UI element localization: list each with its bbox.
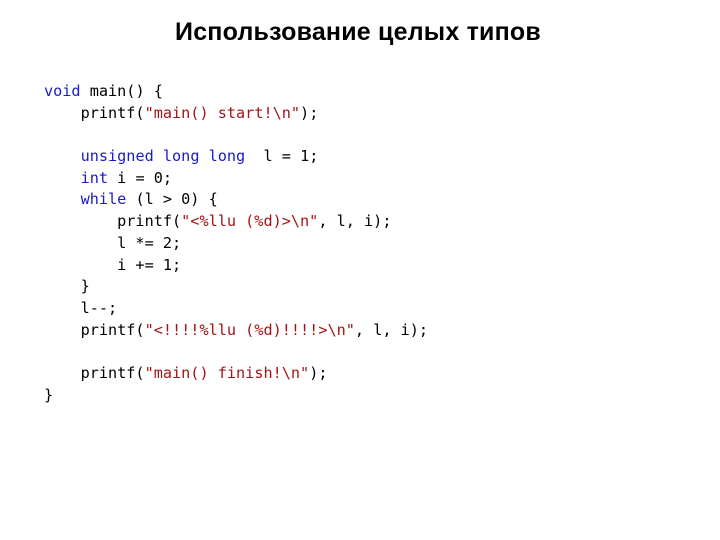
code-string: "<%llu (%d)>\n" (181, 212, 319, 231)
code-text: i = 0; (108, 168, 173, 187)
code-text: ); (300, 103, 319, 122)
code-text: main() { (80, 82, 163, 100)
code-line: printf("main() start!\n"); (44, 103, 428, 125)
code-line: while (l > 0) { (44, 189, 428, 211)
code-keyword: while (80, 190, 127, 209)
code-string: "main() finish!\n" (144, 363, 310, 382)
slide-title: Использование целых типов (175, 18, 541, 46)
code-text: , l, i); (354, 320, 429, 339)
code-line: int i = 0; (44, 168, 428, 190)
code-line: } (44, 385, 428, 407)
code-keyword: long (162, 147, 200, 166)
code-block: void main() { printf("main() start!\n");… (44, 81, 428, 406)
code-string: "main() start!\n" (144, 103, 301, 122)
code-line: l--; (44, 298, 428, 320)
code-string: "<!!!!%llu (%d)!!!!>\n" (144, 320, 355, 339)
code-text: printf( (44, 363, 145, 382)
code-line: i += 1; (44, 255, 428, 277)
code-line: void main() { (44, 81, 428, 103)
code-line: } (44, 276, 428, 298)
code-keyword: long (208, 147, 246, 166)
code-line: unsigned long long l = 1; (44, 146, 428, 168)
code-keyword: int (80, 168, 109, 187)
code-text: printf( (44, 103, 145, 122)
code-text: l = 1; (245, 147, 319, 166)
code-line: printf("main() finish!\n"); (44, 363, 428, 385)
code-line: printf("<%llu (%d)>\n", l, i); (44, 211, 428, 233)
code-text: i += 1; (44, 255, 182, 274)
code-text: } (44, 385, 54, 404)
code-text: l *= 2; (44, 233, 182, 252)
code-keyword: unsigned (80, 147, 154, 166)
code-text: ); (309, 363, 328, 382)
code-line: printf("<!!!!%llu (%d)!!!!>\n", l, i); (44, 320, 429, 342)
code-text: } (44, 277, 90, 296)
code-text: printf( (44, 320, 145, 339)
code-text: (l > 0) { (126, 190, 218, 209)
code-text: l--; (44, 298, 118, 317)
code-line: l *= 2; (44, 233, 428, 255)
code-text: printf( (44, 212, 182, 231)
code-text: , l, i); (318, 212, 392, 231)
code-keyword: void (44, 82, 81, 100)
